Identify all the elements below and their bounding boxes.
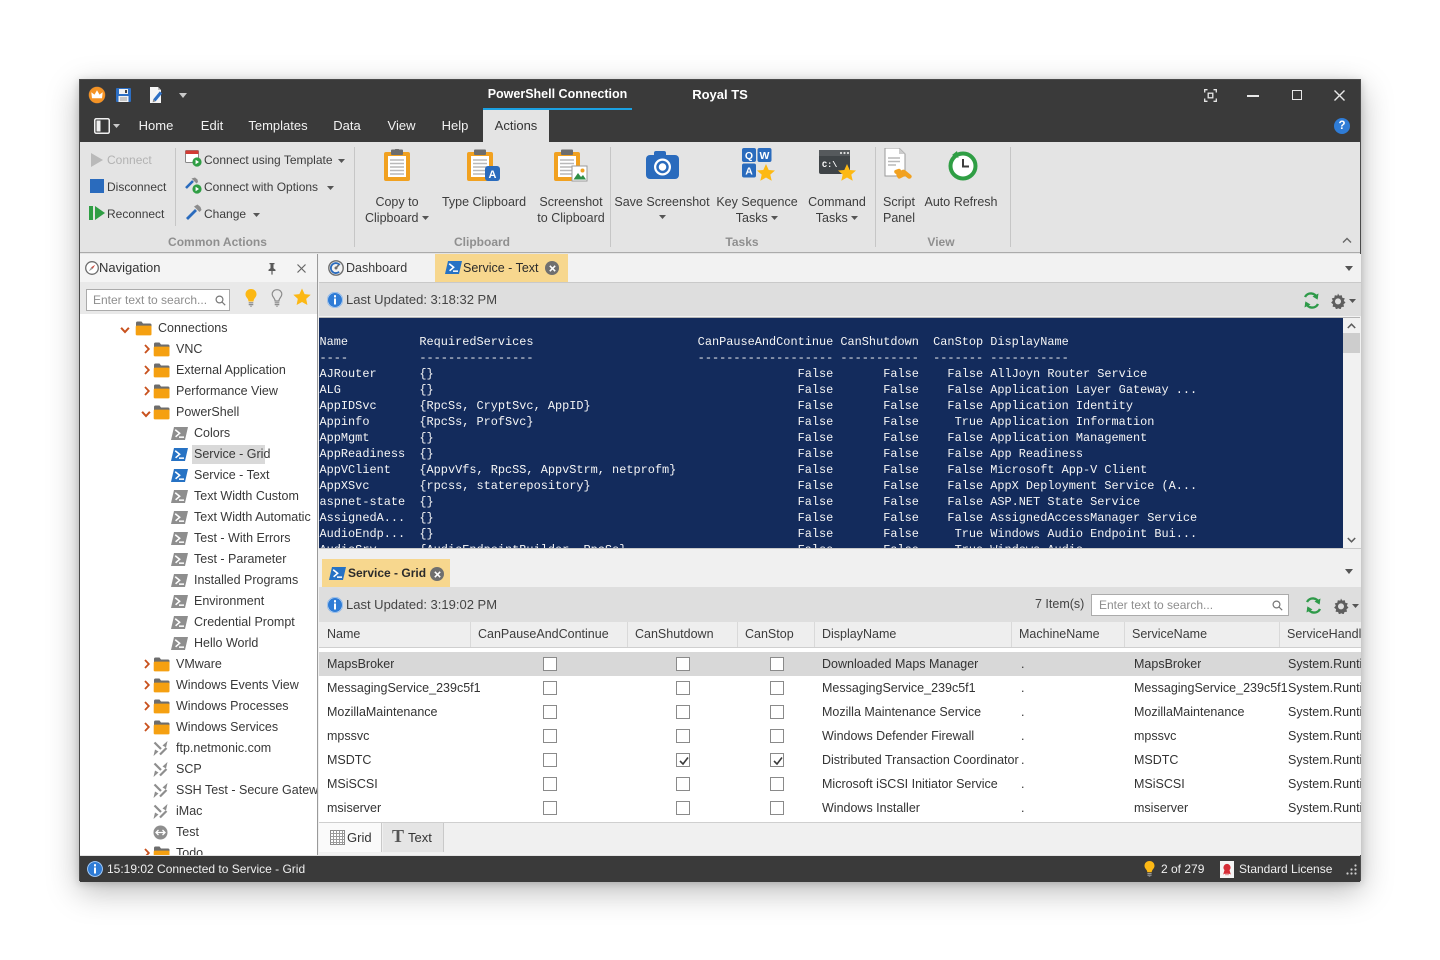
svg-text:W: W (760, 150, 770, 162)
svg-text:C:\: C:\ (822, 160, 837, 170)
svg-text:A: A (489, 169, 497, 181)
svg-text:Q: Q (745, 150, 753, 162)
svg-text:A: A (745, 166, 753, 178)
